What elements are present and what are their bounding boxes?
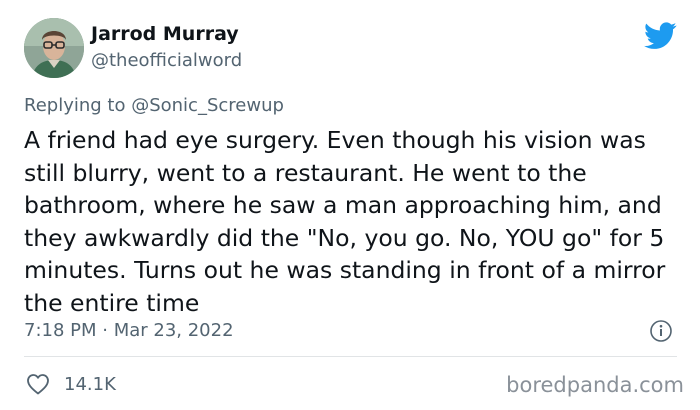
reply-mention-link[interactable]: @Sonic_Screwup: [131, 95, 284, 116]
heart-icon[interactable]: [26, 373, 50, 395]
tweet-text: A friend had eye surgery. Even though hi…: [24, 126, 666, 317]
watermark: boredpanda.com: [506, 373, 684, 397]
author-handle[interactable]: @theofficialword: [91, 50, 242, 71]
like-button[interactable]: 14.1K: [26, 372, 116, 396]
divider: [24, 356, 677, 357]
tweet-card: Jarrod Murray @theofficialword Replying …: [0, 0, 700, 410]
replying-to: Replying to @Sonic_Screwup: [24, 95, 284, 116]
tweet-timestamp[interactable]: 7:18 PM · Mar 23, 2022: [24, 320, 234, 341]
like-count: 14.1K: [64, 373, 116, 395]
author-display-name[interactable]: Jarrod Murray: [91, 23, 239, 45]
replying-prefix: Replying to: [24, 95, 132, 116]
twitter-bird-icon[interactable]: [644, 22, 677, 50]
avatar-image: [24, 18, 84, 78]
info-icon[interactable]: [649, 319, 673, 343]
avatar[interactable]: [24, 18, 84, 78]
